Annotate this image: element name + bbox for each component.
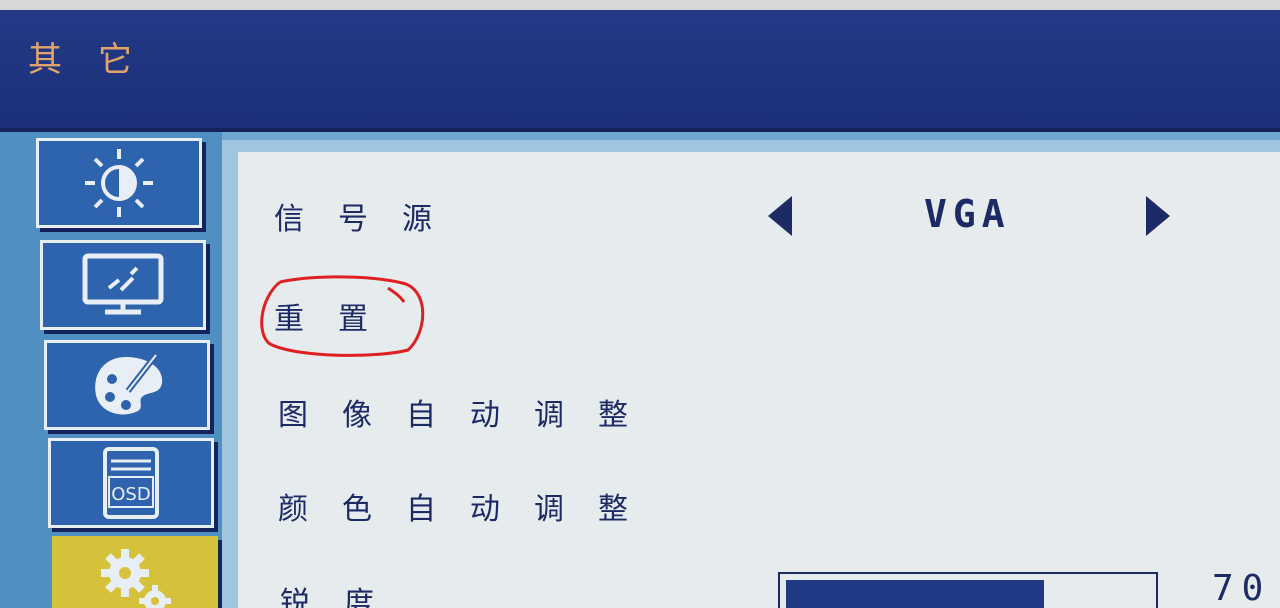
- sharpness-slider-fill: [786, 580, 1044, 608]
- menu-item-reset[interactable]: 重置: [274, 294, 402, 338]
- page-title: 其它: [28, 40, 168, 80]
- sharpness-slider[interactable]: [778, 572, 1158, 608]
- osd-icon: OSD: [103, 447, 159, 519]
- arrow-left-icon[interactable]: [768, 196, 792, 236]
- menu-item-input-source[interactable]: 信号源: [274, 194, 466, 238]
- sharpness-value: 70: [1212, 568, 1272, 608]
- sidebar-item-osd[interactable]: OSD: [48, 438, 214, 528]
- sidebar-item-brightness[interactable]: [36, 138, 202, 228]
- palette-icon: [95, 353, 163, 415]
- menu-item-auto-image-adjust[interactable]: 图像自动调整: [278, 390, 662, 434]
- sidebar-item-color[interactable]: [44, 340, 210, 430]
- osd-label: OSD: [111, 484, 150, 505]
- arrow-right-icon[interactable]: [1146, 196, 1170, 236]
- sidebar-item-image[interactable]: [40, 240, 206, 330]
- input-source-value: VGA: [924, 192, 1011, 236]
- gears-icon: [101, 549, 171, 608]
- brightness-icon: [85, 149, 153, 217]
- sidebar-item-other[interactable]: [52, 536, 218, 608]
- menu-item-auto-color-adjust[interactable]: 颜色自动调整: [278, 484, 662, 528]
- monitor-icon: [82, 253, 164, 315]
- input-source-selector[interactable]: VGA: [768, 192, 1178, 248]
- monitor-osd: 其它 OSD 信号源 重置 图像自动调整 颜色自动调整 锐度 VGA 70: [0, 0, 1280, 608]
- title-bar: 其它: [0, 10, 1280, 132]
- menu-item-sharpness[interactable]: 锐度: [280, 578, 408, 608]
